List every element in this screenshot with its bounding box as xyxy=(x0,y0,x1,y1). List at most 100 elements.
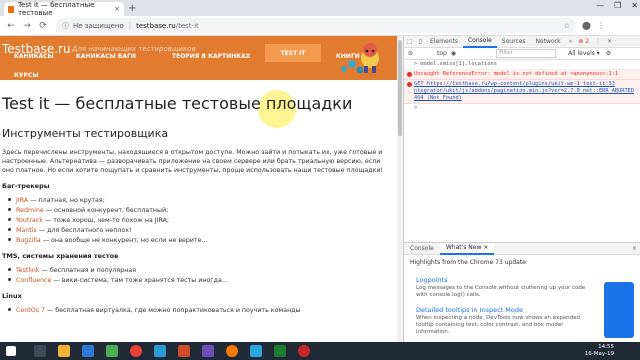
tool-link[interactable]: Mantis xyxy=(16,227,37,234)
tool-link[interactable]: JIRA xyxy=(16,197,28,204)
menu-item-3[interactable]: ТЕОРИЯ В КАРТИНКАХ xyxy=(172,53,250,60)
window-controls: — ❐ ✕ xyxy=(596,1,638,10)
maximize-button[interactable]: ❐ xyxy=(614,1,621,10)
record-icon[interactable] xyxy=(298,345,310,357)
tab-strip: Test it — бесплатные тестовые × + — ❐ ✕ xyxy=(0,0,640,17)
back-button[interactable]: ← xyxy=(6,21,16,31)
drawer-tab-console[interactable]: Console xyxy=(404,243,440,255)
list-item: Confluence — вики-система, там тоже хран… xyxy=(6,276,394,286)
system-clock[interactable]: 14:55 16-May-19 xyxy=(585,344,614,358)
console-settings-icon[interactable]: ⚙ xyxy=(606,50,611,57)
devtools-menu-icon[interactable]: ⋮ xyxy=(592,38,604,45)
error-icon xyxy=(407,82,412,87)
clock-date: 16-May-19 xyxy=(584,351,614,357)
drawer-tabs: Console What's New × × xyxy=(404,242,640,255)
app-icon[interactable] xyxy=(226,345,238,357)
menu-kebab-icon[interactable]: ⋮ xyxy=(597,21,605,30)
console-filter-input[interactable]: Filter xyxy=(496,49,557,58)
tab-console[interactable]: Console xyxy=(462,36,497,48)
list-item: Mantis — для бесплатного неплох! xyxy=(6,226,394,236)
menu-item-2[interactable]: КАНИКАСЫ БАГИ xyxy=(76,53,136,60)
feature-description: Log messages to the Console without clut… xyxy=(416,285,586,298)
favicon-icon xyxy=(8,5,14,13)
file-explorer-icon[interactable] xyxy=(58,345,70,357)
error-icon xyxy=(407,72,412,77)
console-error-line: GET https://testbase.ru/wp-content/plugi… xyxy=(404,80,640,104)
device-toolbar-icon[interactable]: ▯ xyxy=(416,38,425,45)
page-title: Test it — бесплатные тестовые площадки xyxy=(2,94,353,113)
linux-list: CentOs 7 — бесплатная виртуалка, где мож… xyxy=(6,306,394,316)
list-item: Bugzilla — она вообще не конкурент, но е… xyxy=(6,236,394,246)
drawer-close-icon[interactable]: × xyxy=(632,245,637,252)
minimize-button[interactable]: — xyxy=(596,1,604,10)
web-page: Testbase.ru Для начинающих тестировщиков… xyxy=(0,36,397,342)
inspect-element-icon[interactable]: ⬚ xyxy=(404,38,416,45)
feature-title[interactable]: Logpoints xyxy=(416,276,448,284)
intro-paragraph: Здесь перечислены инструменты, находящие… xyxy=(2,149,384,174)
new-tab-button[interactable]: + xyxy=(128,3,136,14)
drawer-tab-whats-new[interactable]: What's New × xyxy=(439,242,495,255)
tool-link[interactable]: Bugzilla xyxy=(16,237,41,244)
toolbar-icons: ⬤ ⋮ xyxy=(582,21,605,30)
chrome-devtools-illustration xyxy=(604,282,634,338)
clear-console-icon[interactable]: ⊘ xyxy=(408,50,413,57)
telegram-icon[interactable] xyxy=(250,345,262,357)
tool-link[interactable]: Youtrack xyxy=(16,217,43,224)
console-toolbar: ⊘ top ◉ Filter All levels ▾ ⚙ xyxy=(404,48,640,60)
address-bar[interactable]: ⓘ Не защищено | testbase.ru /test-it ☆ xyxy=(56,18,576,33)
more-tabs-icon[interactable]: » xyxy=(566,38,576,45)
log-levels-select[interactable]: All levels ▾ xyxy=(568,50,600,57)
close-window-button[interactable]: ✕ xyxy=(631,1,638,10)
tab-elements[interactable]: Elements xyxy=(425,36,463,48)
section-title: Инструменты тестировщика xyxy=(2,127,169,140)
tool-link[interactable]: Testlink xyxy=(16,267,40,274)
info-icon[interactable]: ⓘ xyxy=(62,21,69,31)
scrollbar-thumb[interactable] xyxy=(398,40,402,136)
feature-title[interactable]: Detailed tooltips in Inspect Mode xyxy=(416,306,523,314)
app-icon[interactable] xyxy=(274,345,286,357)
feature-description: When inspecting a node, DevTools now sho… xyxy=(416,315,581,335)
devtools-drawer: Console What's New × × Highlights from t… xyxy=(404,242,640,342)
store-icon[interactable] xyxy=(106,345,118,357)
tool-link[interactable]: CentOs 7 xyxy=(16,307,45,314)
whats-new-body: Highlights from the Chrome 73 update Log… xyxy=(404,256,640,342)
menu-item-1[interactable]: КАНИКАСЫ xyxy=(14,53,54,60)
tool-link[interactable]: Confluence xyxy=(16,277,51,284)
list-item: CentOs 7 — бесплатная виртуалка, где мож… xyxy=(6,306,394,316)
app-icon[interactable] xyxy=(154,345,166,357)
taskbar: 14:55 16-May-19 xyxy=(0,342,640,360)
search-icon[interactable] xyxy=(34,345,46,357)
forward-button[interactable]: → xyxy=(22,21,32,31)
chrome-icon[interactable] xyxy=(130,345,142,357)
url-host: testbase.ru xyxy=(136,21,176,30)
profile-icon[interactable]: ⬤ xyxy=(582,21,591,30)
console-messages: > model.smiss[1].locations Uncaught Refe… xyxy=(404,60,640,113)
security-label: Не защищено xyxy=(73,21,124,30)
devtools-tabs: ⬚ ▯ Elements Console Sources Network » ⊗… xyxy=(404,36,640,48)
console-prompt[interactable]: > xyxy=(404,104,640,113)
whats-new-heading: Highlights from the Chrome 73 update xyxy=(410,259,526,266)
browser-tab[interactable]: Test it — бесплатные тестовые × xyxy=(4,1,124,17)
app-icon[interactable] xyxy=(178,345,190,357)
tab-title: Test it — бесплатные тестовые xyxy=(17,1,95,17)
start-windows-icon[interactable] xyxy=(6,346,16,356)
devtools-close-icon[interactable]: ✕ xyxy=(604,38,615,45)
eye-icon[interactable]: ◉ xyxy=(451,50,456,57)
bugtrackers-list: JIRA — платная, но крутая; Redmine — осн… xyxy=(6,196,394,246)
app-icon[interactable] xyxy=(202,345,214,357)
menu-item-test-it[interactable]: TEST IT xyxy=(265,44,321,62)
menu-item-courses[interactable]: КУРСЫ xyxy=(14,72,39,79)
console-log-line: > model.smiss[1].locations xyxy=(404,60,640,70)
mascot-illustration xyxy=(341,43,379,74)
tab-network[interactable]: Network xyxy=(531,36,566,48)
edge-icon[interactable] xyxy=(82,345,94,357)
context-select[interactable]: top xyxy=(437,50,447,57)
tab-close-icon[interactable]: × xyxy=(114,5,120,13)
tab-sources[interactable]: Sources xyxy=(497,36,531,48)
bookmark-star-icon[interactable]: ☆ xyxy=(564,22,570,30)
list-item: Testlink — бесплатная и популярная xyxy=(6,266,394,276)
tool-link[interactable]: Redmine xyxy=(16,207,44,214)
reload-button[interactable]: ⟳ xyxy=(38,21,48,31)
error-count-badge[interactable]: ⊗ 2 xyxy=(575,38,592,45)
url-path: /test-it xyxy=(175,21,199,30)
